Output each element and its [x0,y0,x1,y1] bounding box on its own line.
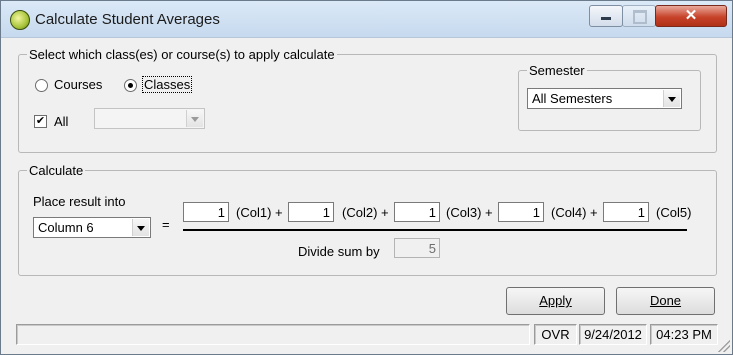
status-date: 9/24/2012 [579,324,647,345]
status-bar: OVR 9/24/2012 04:23 PM [1,321,732,354]
done-button-label: Done [649,293,682,308]
done-button[interactable]: Done [616,287,715,315]
col1-label: (Col1) + [236,205,283,220]
semester-select[interactable]: All Semesters [527,88,682,109]
app-apple-icon [10,10,30,30]
col2-label: (Col2) + [342,205,389,220]
classes-label[interactable]: Classes [142,76,193,93]
col2-weight-input[interactable]: 1 [288,202,334,222]
col3-weight-input[interactable]: 1 [394,202,440,222]
all-label[interactable]: All [54,114,68,129]
divide-by-input[interactable]: 5 [394,238,440,258]
selection-legend: Select which class(es) or course(s) to a… [29,47,335,62]
fraction-line [183,229,687,231]
col4-weight-input[interactable]: 1 [498,202,544,222]
all-checkbox[interactable]: ✔ [34,115,47,128]
close-icon: ✕ [684,7,698,24]
courses-radio[interactable] [35,79,48,92]
result-column-value: Column 6 [38,220,94,235]
resize-grip-icon[interactable] [718,340,730,352]
status-message [16,324,530,345]
chevron-down-icon[interactable] [663,90,680,107]
title-bar[interactable]: Calculate Student Averages ✕ [1,1,732,38]
calculate-legend: Calculate [29,163,84,178]
minimize-button[interactable] [589,5,623,27]
chevron-down-icon[interactable] [186,110,203,127]
col1-weight-input[interactable]: 1 [183,202,229,222]
apply-button-label: Apply [539,293,572,308]
class-select[interactable] [94,108,205,129]
col4-label: (Col4) + [551,205,598,220]
place-result-label: Place result into [33,194,126,209]
classes-radio[interactable] [124,79,137,92]
col3-label: (Col3) + [446,205,493,220]
status-time: 04:23 PM [650,324,718,345]
semester-select-value: All Semesters [532,91,613,106]
chevron-down-icon[interactable] [132,219,149,236]
close-button[interactable]: ✕ [655,5,727,27]
equals-sign: = [162,217,170,232]
status-mode: OVR [534,324,577,345]
col5-weight-input[interactable]: 1 [603,202,649,222]
window-title: Calculate Student Averages [35,11,220,28]
courses-label[interactable]: Courses [54,77,102,92]
result-column-select[interactable]: Column 6 [33,217,151,238]
semester-legend: Semester [529,63,585,78]
col5-label: (Col5) [656,205,692,220]
divide-sum-label: Divide sum by [298,244,380,259]
dialog-window: Calculate Student Averages ✕ Select whic… [0,0,733,355]
minimize-icon [601,17,611,20]
apply-button[interactable]: Apply [506,287,605,315]
maximize-icon [633,10,647,24]
maximize-button[interactable] [622,5,656,27]
